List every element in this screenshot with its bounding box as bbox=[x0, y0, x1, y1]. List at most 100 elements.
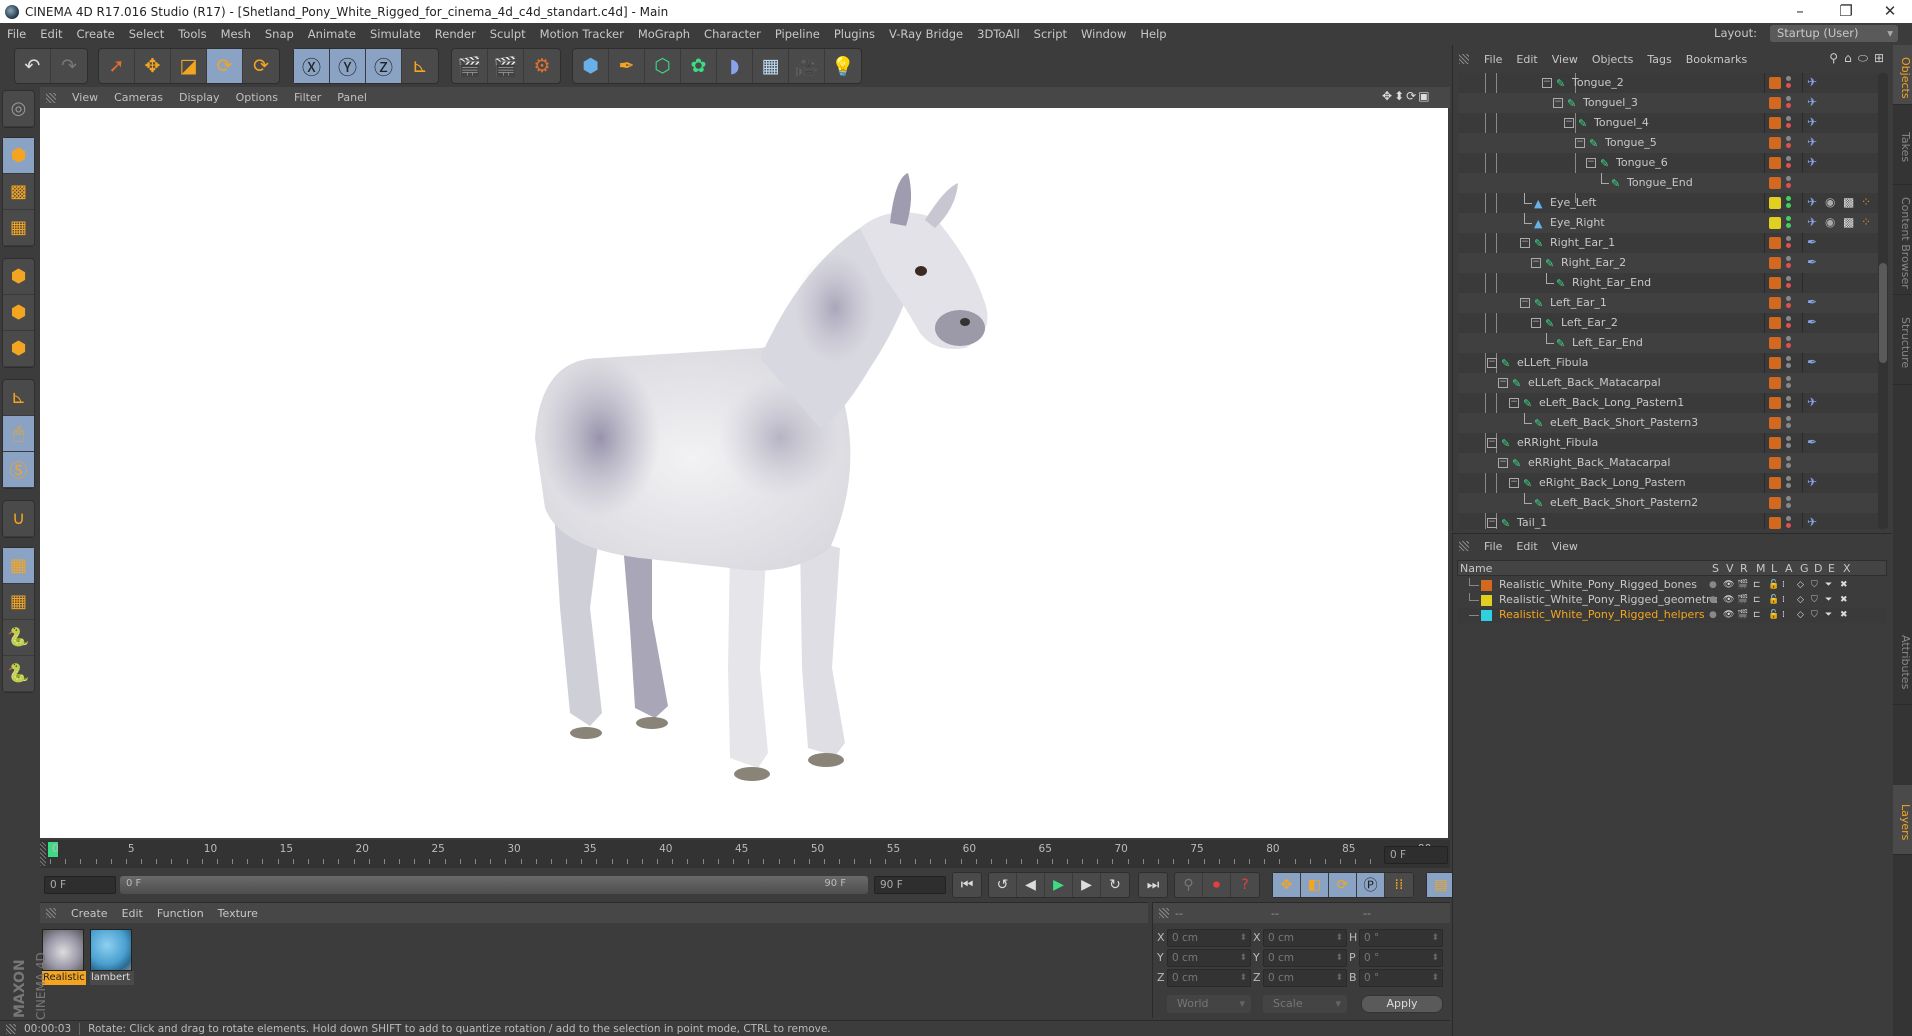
x-axis-lock-button[interactable]: Ⓧ bbox=[294, 49, 330, 83]
array-button[interactable]: ✿ bbox=[681, 49, 717, 83]
texture-tag-icon[interactable]: ▩ bbox=[1843, 215, 1859, 231]
object-row-tongue-2[interactable]: − ✎ Tongue_2 ✈ bbox=[1459, 73, 1883, 93]
visibility-dots[interactable] bbox=[1786, 96, 1791, 110]
timeline-icon[interactable]: ▤ bbox=[1427, 873, 1455, 897]
layer-color-swatch[interactable] bbox=[1769, 337, 1781, 349]
layer-color-swatch[interactable] bbox=[1481, 595, 1492, 606]
size-y-field[interactable]: 0 cm bbox=[1263, 949, 1347, 967]
expand-toggle[interactable]: − bbox=[1487, 438, 1497, 448]
column-g[interactable]: G bbox=[1800, 562, 1809, 575]
material-tag-icon[interactable]: ◉ bbox=[1825, 215, 1841, 231]
search-icon[interactable]: ⚲ bbox=[1829, 51, 1838, 66]
layer-color-swatch[interactable] bbox=[1769, 497, 1781, 509]
z-axis-lock-button[interactable]: Ⓩ bbox=[366, 49, 402, 83]
viewport-menu-options[interactable]: Options bbox=[228, 91, 286, 104]
layout-dropdown[interactable]: Startup (User) bbox=[1770, 25, 1898, 42]
layer-animation-icon[interactable]: ⁞ bbox=[1782, 580, 1793, 591]
ik-tag-icon[interactable]: ✈ bbox=[1807, 75, 1823, 91]
subdivision-button[interactable]: ⬡ bbox=[645, 49, 681, 83]
render-settings-button[interactable]: ⚙ bbox=[524, 49, 560, 83]
end-frame-field[interactable]: 90 F bbox=[874, 876, 946, 894]
layer-color-swatch[interactable] bbox=[1769, 477, 1781, 489]
layer-generators-icon[interactable]: ◇ bbox=[1797, 610, 1808, 621]
layer-render-icon[interactable]: 🎬 bbox=[1737, 580, 1748, 591]
render-view-button[interactable]: 🎬 bbox=[452, 49, 488, 83]
visibility-dots[interactable] bbox=[1786, 356, 1791, 370]
expand-toggle[interactable]: − bbox=[1509, 478, 1519, 488]
tab-content-browser[interactable]: Content Browser bbox=[1893, 185, 1912, 295]
bone-tag-icon[interactable]: ✒ bbox=[1807, 295, 1823, 311]
texture-mode-button[interactable]: ▩ bbox=[3, 174, 34, 210]
menu-motion-tracker[interactable]: Motion Tracker bbox=[533, 27, 631, 41]
layer-color-swatch[interactable] bbox=[1769, 177, 1781, 189]
menu-render[interactable]: Render bbox=[428, 27, 483, 41]
visibility-dots[interactable] bbox=[1786, 376, 1791, 390]
menu-animate[interactable]: Animate bbox=[301, 27, 363, 41]
current-frame-field[interactable]: 0 F bbox=[1384, 846, 1448, 864]
panel-grip[interactable] bbox=[46, 92, 56, 103]
layer-menu-view[interactable]: View bbox=[1545, 540, 1585, 553]
layer-name[interactable]: Realistic_White_Pony_Rigged_bones bbox=[1499, 578, 1697, 591]
go-to-end-icon[interactable]: ⏭ bbox=[1139, 873, 1167, 897]
python-button[interactable]: 🐍 bbox=[3, 620, 34, 656]
layer-name[interactable]: Realistic_White_Pony_Rigged_helpers bbox=[1499, 608, 1705, 621]
object-menu-edit[interactable]: Edit bbox=[1509, 53, 1544, 66]
column-a[interactable]: A bbox=[1785, 562, 1793, 575]
layer-view-icon[interactable]: 👁 bbox=[1723, 610, 1734, 621]
menu-mesh[interactable]: Mesh bbox=[214, 27, 258, 41]
layer-color-swatch[interactable] bbox=[1769, 397, 1781, 409]
texture-tag-icon[interactable]: ▩ bbox=[1843, 195, 1859, 211]
column-e[interactable]: E bbox=[1828, 562, 1835, 575]
column-name[interactable]: Name bbox=[1460, 562, 1492, 575]
visibility-dots[interactable] bbox=[1786, 236, 1791, 250]
layer-color-swatch[interactable] bbox=[1769, 517, 1781, 529]
material-tag-icon[interactable]: ◉ bbox=[1825, 195, 1841, 211]
menu-tools[interactable]: Tools bbox=[171, 27, 213, 41]
timeline-ruler[interactable]: 0510152025303540455055606570758085900 F bbox=[40, 840, 1450, 868]
coordinate-mode-dropdown[interactable]: Scale bbox=[1263, 995, 1347, 1013]
object-menu-objects[interactable]: Objects bbox=[1585, 53, 1641, 66]
scrollbar-thumb[interactable] bbox=[1879, 263, 1887, 363]
visibility-dots[interactable] bbox=[1786, 336, 1791, 350]
bone-tag-icon[interactable]: ✒ bbox=[1807, 355, 1823, 371]
layer-color-swatch[interactable] bbox=[1769, 237, 1781, 249]
visibility-dots[interactable] bbox=[1786, 496, 1791, 510]
layer-expressions-icon[interactable]: ⏷ bbox=[1825, 595, 1836, 606]
layer-color-swatch[interactable] bbox=[1481, 610, 1492, 621]
layer-view-icon[interactable]: 👁 bbox=[1723, 580, 1734, 591]
maximize-view-icon[interactable]: ▣ bbox=[1418, 89, 1429, 105]
object-row-elleft-back-matacarpal[interactable]: − ✎ eLLeft_Back_Matacarpal bbox=[1459, 373, 1883, 393]
rotation-h-field[interactable]: 0 ° bbox=[1359, 929, 1443, 947]
bone-tag-icon[interactable]: ✒ bbox=[1807, 315, 1823, 331]
layer-color-swatch[interactable] bbox=[1769, 297, 1781, 309]
object-row-elleft-fibula[interactable]: − ✎ eLLeft_Fibula ✒ bbox=[1459, 353, 1883, 373]
layer-view-icon[interactable]: 👁 bbox=[1723, 595, 1734, 606]
panel-grip[interactable] bbox=[6, 1023, 16, 1034]
layer-color-swatch[interactable] bbox=[1769, 357, 1781, 369]
menu-script[interactable]: Script bbox=[1027, 27, 1074, 41]
edges-mode-button[interactable]: ⬢ bbox=[3, 295, 34, 331]
vertex-tag-icon[interactable]: ⁘ bbox=[1861, 195, 1877, 211]
visibility-dots[interactable] bbox=[1786, 296, 1791, 310]
menu-select[interactable]: Select bbox=[122, 27, 171, 41]
frame-range-slider[interactable]: 0 F 90 F bbox=[120, 876, 868, 894]
layer-expressions-icon[interactable]: ⏷ bbox=[1825, 610, 1836, 621]
column-l[interactable]: L bbox=[1771, 562, 1777, 575]
tweak-mode-button[interactable]: 🖱 bbox=[3, 416, 34, 452]
menu-v-ray-bridge[interactable]: V-Ray Bridge bbox=[882, 27, 970, 41]
layer-render-icon[interactable]: 🎬 bbox=[1737, 595, 1748, 606]
visibility-dots[interactable] bbox=[1786, 316, 1791, 330]
polygons-mode-button[interactable]: ⬢ bbox=[3, 331, 34, 367]
material-lambert[interactable]: lambert bbox=[90, 929, 134, 987]
rotate-button[interactable]: ⟳ bbox=[207, 49, 243, 83]
visibility-dots[interactable] bbox=[1786, 276, 1791, 290]
undo-button[interactable]: ↶ bbox=[15, 49, 51, 83]
move-button[interactable]: ✥ bbox=[135, 49, 171, 83]
viewport-menu-display[interactable]: Display bbox=[171, 91, 228, 104]
snap-magnet-button[interactable]: ∪ bbox=[3, 501, 34, 537]
expand-toggle[interactable]: − bbox=[1520, 238, 1530, 248]
go-to-start-icon[interactable]: ⏮ bbox=[953, 873, 981, 897]
layer-solo-icon[interactable]: ● bbox=[1709, 610, 1720, 621]
cube-button[interactable]: ⬢ bbox=[573, 49, 609, 83]
layer-menu-file[interactable]: File bbox=[1477, 540, 1509, 553]
